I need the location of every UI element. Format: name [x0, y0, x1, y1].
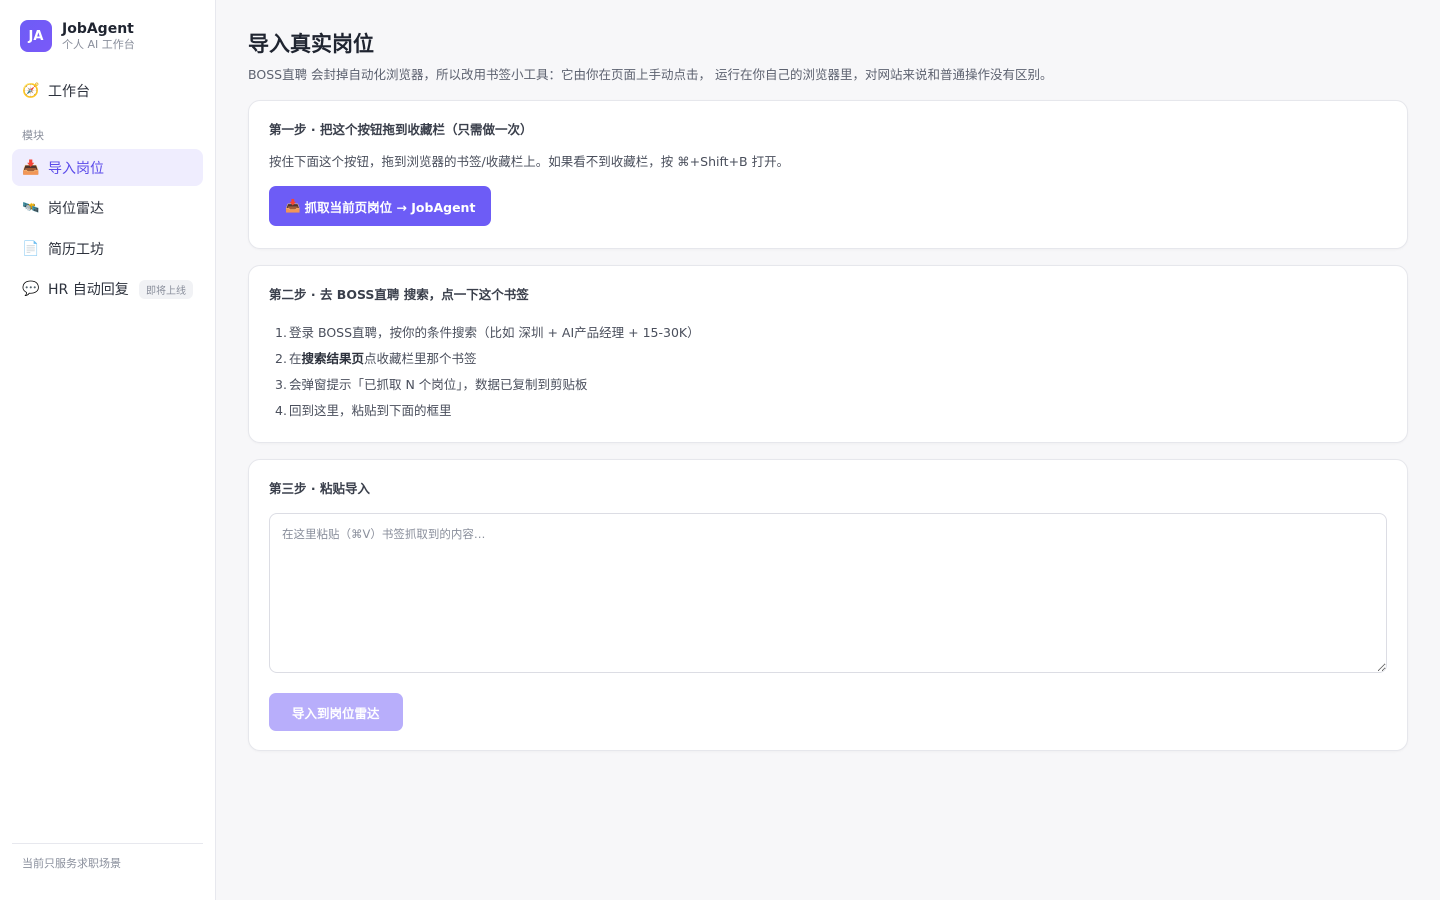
step3-card: 第三步 · 粘贴导入 导入到岗位雷达 — [248, 459, 1408, 751]
list-item: 2. 在搜索结果页 点收藏栏里那个书签 — [275, 346, 1387, 372]
step1-title: 第一步 · 把这个按钮拖到收藏栏（只需做一次） — [269, 122, 533, 137]
list-item-text: 回到这里，粘贴到下面的框里 — [289, 403, 452, 418]
bookmarklet-button-label: 抓取当前页岗位 → JobAgent — [304, 199, 476, 215]
nav-item-label: HR 自动回复 — [48, 282, 129, 298]
nav-item-workbench[interactable]: 🧭 工作台 — [12, 72, 203, 109]
nav-item-label: 简历工坊 — [48, 241, 104, 258]
step1-text: 按住下面这个按钮，拖到浏览器的书签/收藏栏上。如果看不到收藏栏，按 ⌘+Shif… — [269, 154, 790, 169]
brand-name: JobAgent — [62, 20, 134, 37]
list-item: 3. 会弹窗提示「已抓取 N 个岗位」，数据已复制到剪贴板 — [275, 372, 1387, 398]
nav-item-hr-auto-reply[interactable]: 💬 HR 自动回复 即将上线 — [12, 271, 203, 308]
sidebar-footer: 当前只服务求职场景 — [12, 843, 203, 900]
sidebar: JA JobAgent 个人 AI 工作台 🧭 工作台 模块 📥 导入岗位 🛰️… — [0, 0, 216, 900]
brand-logo: JA — [20, 20, 52, 52]
list-item-emphasis: 搜索结果页 — [301, 351, 365, 366]
speech-bubble-icon: 💬 — [22, 281, 40, 297]
brand-text: JobAgent 个人 AI 工作台 — [62, 21, 135, 52]
nav-section-label: 模块 — [22, 129, 44, 142]
list-item-text: 登录 BOSS直聘，按你的条件搜索（比如 深圳 + AI产品经理 + 15-30… — [289, 325, 700, 340]
document-icon: 📄 — [22, 240, 40, 257]
nav-item-import-jobs[interactable]: 📥 导入岗位 — [12, 149, 203, 186]
step2-card: 第二步 · 去 BOSS直聘 搜索，点一下这个书签 1. 登录 BOSS直聘，按… — [248, 265, 1408, 443]
nav-item-label: 工作台 — [48, 83, 90, 100]
nav-item-label: 岗位雷达 — [48, 201, 104, 217]
list-item: 4. 回到这里，粘贴到下面的框里 — [275, 398, 1387, 424]
inbox-tray-icon: 📥 — [285, 198, 301, 213]
brand-subtitle: 个人 AI 工作台 — [62, 37, 135, 51]
coming-soon-badge: 即将上线 — [139, 279, 193, 299]
list-item-text-tail: 点收藏栏里那个书签 — [364, 351, 477, 366]
import-to-radar-button[interactable]: 导入到岗位雷达 — [269, 693, 403, 731]
step2-list: 1. 登录 BOSS直聘，按你的条件搜索（比如 深圳 + AI产品经理 + 15… — [269, 320, 1387, 424]
step1-card: 第一步 · 把这个按钮拖到收藏栏（只需做一次） 按住下面这个按钮，拖到浏览器的书… — [248, 100, 1408, 249]
list-item-text: 在 — [289, 351, 302, 366]
paste-textarea[interactable] — [269, 513, 1387, 673]
bookmarklet-button[interactable]: 📥 抓取当前页岗位 → JobAgent — [269, 186, 492, 226]
list-item: 1. 登录 BOSS直聘，按你的条件搜索（比如 深圳 + AI产品经理 + 15… — [275, 320, 1387, 346]
nav-item-label: 导入岗位 — [48, 160, 104, 177]
nav-group-modules: 📥 导入岗位 🛰️ 岗位雷达 📄 简历工坊 💬 HR 自动回复 即将上线 — [12, 149, 203, 311]
nav-item-job-radar[interactable]: 🛰️ 岗位雷达 — [12, 190, 203, 227]
satellite-icon: 🛰️ — [22, 200, 40, 216]
list-item-text: 会弹窗提示「已抓取 N 个岗位」，数据已复制到剪贴板 — [289, 377, 588, 392]
nav-item-resume-workshop[interactable]: 📄 简历工坊 — [12, 230, 203, 267]
inbox-tray-icon: 📥 — [22, 159, 40, 176]
page-description: BOSS直聘 会封掉自动化浏览器，所以改用书签小工具：它由你在页面上手动点击， … — [248, 67, 1053, 82]
brand[interactable]: JA JobAgent 个人 AI 工作台 — [12, 0, 203, 72]
main-content: 导入真实岗位 BOSS直聘 会封掉自动化浏览器，所以改用书签小工具：它由你在页面… — [216, 0, 1440, 900]
compass-icon: 🧭 — [22, 82, 40, 99]
page-title: 导入真实岗位 — [248, 32, 374, 56]
step2-title: 第二步 · 去 BOSS直聘 搜索，点一下这个书签 — [269, 287, 529, 302]
step3-title: 第三步 · 粘贴导入 — [269, 481, 370, 496]
